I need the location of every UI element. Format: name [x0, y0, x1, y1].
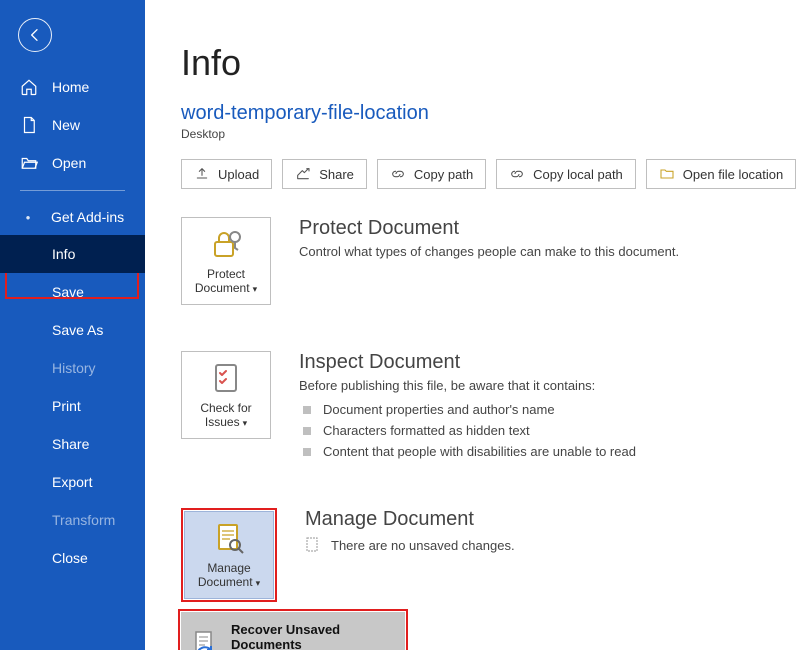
protect-document-button[interactable]: Protect Document▾	[181, 217, 271, 305]
sidebar-item-save-as[interactable]: Save As	[0, 311, 145, 349]
checklist-icon	[209, 361, 243, 395]
dot-icon: ●	[19, 213, 37, 222]
section-lead: Before publishing this file, be aware th…	[299, 378, 798, 393]
blank-icon	[20, 283, 38, 301]
button-label: Upload	[218, 167, 259, 182]
copy-path-button[interactable]: Copy path	[377, 159, 486, 189]
check-for-issues-button[interactable]: Check for Issues▾	[181, 351, 271, 439]
sidebar-item-history: History	[0, 349, 145, 387]
document-title[interactable]: word-temporary-file-location	[181, 102, 798, 125]
page-icon	[20, 116, 38, 134]
sidebar-label: Share	[52, 436, 89, 452]
section-title: Protect Document	[299, 217, 798, 240]
recover-unsaved-menu-item[interactable]: Recover Unsaved Documents Browse recent …	[181, 612, 405, 650]
issues-list: Document properties and author's name Ch…	[299, 399, 798, 462]
manage-empty-text: There are no unsaved changes.	[331, 538, 515, 553]
document-recover-icon	[191, 630, 219, 650]
blank-icon	[20, 397, 38, 415]
blank-icon	[20, 549, 38, 567]
section-title: Manage Document	[305, 508, 798, 531]
button-label: Share	[319, 167, 354, 182]
arrow-left-icon	[27, 27, 43, 43]
document-search-icon	[212, 521, 246, 555]
sidebar-item-get-addins[interactable]: ● Get Add-ins	[0, 199, 145, 235]
sidebar-item-export[interactable]: Export	[0, 463, 145, 501]
sidebar-label: Get Add-ins	[51, 209, 124, 225]
blank-icon	[20, 359, 38, 377]
sidebar-item-share[interactable]: Share	[0, 425, 145, 463]
document-icon	[305, 537, 321, 553]
upload-icon	[194, 166, 210, 182]
protect-section: Protect Document▾ Protect Document Contr…	[181, 217, 798, 305]
open-file-location-button[interactable]: Open file location	[646, 159, 796, 189]
sidebar-label: Print	[52, 398, 81, 414]
blank-icon	[20, 435, 38, 453]
sidebar-label: Close	[52, 550, 88, 566]
button-label: Manage Document▾	[185, 561, 273, 589]
blank-icon	[20, 245, 38, 263]
list-item: Characters formatted as hidden text	[299, 420, 798, 441]
sidebar-item-home[interactable]: Home	[0, 68, 145, 106]
upload-button[interactable]: Upload	[181, 159, 272, 189]
home-icon	[20, 78, 38, 96]
section-title: Inspect Document	[299, 351, 798, 374]
sidebar-label: Save	[52, 284, 84, 300]
sidebar-item-print[interactable]: Print	[0, 387, 145, 425]
sidebar-separator	[20, 190, 125, 191]
sidebar-label: Open	[52, 155, 86, 171]
sidebar-label: History	[52, 360, 96, 376]
backstage-sidebar: Home New Open ● Get Add-ins Info Save	[0, 0, 145, 650]
action-row: Upload Share Copy path Copy local path	[181, 159, 798, 189]
back-button[interactable]	[18, 18, 52, 52]
folder-open-icon	[20, 154, 38, 172]
list-item: Document properties and author's name	[299, 399, 798, 420]
sidebar-label: Home	[52, 79, 89, 95]
button-label: Open file location	[683, 167, 783, 182]
button-label: Copy local path	[533, 167, 623, 182]
main-panel: Info word-temporary-file-location Deskto…	[145, 0, 798, 650]
sidebar-label: Save As	[52, 322, 103, 338]
sidebar-item-open[interactable]: Open	[0, 144, 145, 182]
highlight-box: Manage Document▾	[181, 508, 277, 602]
sidebar-label: Info	[52, 246, 75, 262]
inspect-section: Check for Issues▾ Inspect Document Befor…	[181, 351, 798, 462]
link-icon	[509, 166, 525, 182]
copy-local-path-button[interactable]: Copy local path	[496, 159, 636, 189]
blank-icon	[20, 473, 38, 491]
recover-title: Recover Unsaved Documents	[231, 622, 391, 650]
sidebar-item-transform: Transform	[0, 501, 145, 539]
sidebar-item-new[interactable]: New	[0, 106, 145, 144]
sidebar-label: New	[52, 117, 80, 133]
share-icon	[295, 166, 311, 182]
sidebar-label: Export	[52, 474, 92, 490]
button-label: Copy path	[414, 167, 473, 182]
section-desc: Control what types of changes people can…	[299, 244, 798, 259]
blank-icon	[20, 321, 38, 339]
sidebar-item-info[interactable]: Info	[0, 235, 145, 273]
share-button[interactable]: Share	[282, 159, 367, 189]
document-location: Desktop	[181, 127, 798, 141]
button-label: Check for Issues▾	[182, 401, 270, 429]
button-label: Protect Document▾	[182, 267, 270, 295]
sidebar-item-save[interactable]: Save	[0, 273, 145, 311]
blank-icon	[20, 511, 38, 529]
sidebar-item-close[interactable]: Close	[0, 539, 145, 577]
lock-icon	[209, 227, 243, 261]
link-icon	[390, 166, 406, 182]
folder-icon	[659, 166, 675, 182]
manage-document-button[interactable]: Manage Document▾	[184, 511, 274, 599]
sidebar-label: Transform	[52, 512, 115, 528]
list-item: Content that people with disabilities ar…	[299, 441, 798, 462]
manage-section: Manage Document▾ Manage Document There a…	[181, 508, 798, 602]
page-title: Info	[181, 42, 798, 84]
